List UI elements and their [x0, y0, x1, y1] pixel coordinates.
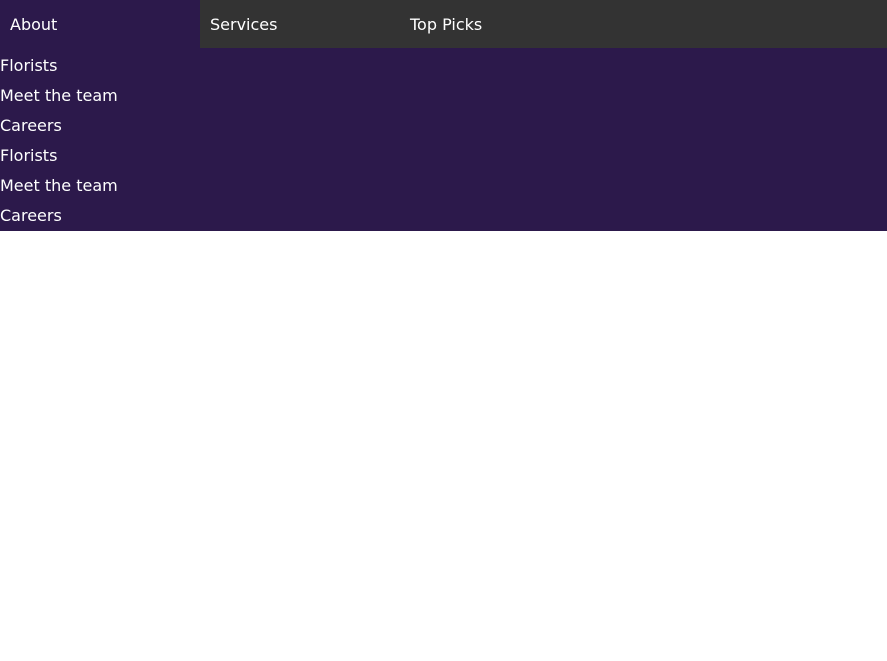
- tab-top-picks-label: Top Picks: [410, 14, 483, 34]
- menu-item-careers[interactable]: Careers: [0, 111, 887, 141]
- top-nav-bar: About Services Top Picks: [0, 0, 887, 48]
- menu-item-florists[interactable]: Florists: [0, 51, 887, 81]
- menu-item-florists[interactable]: Florists: [0, 141, 887, 171]
- menu-item-careers[interactable]: Careers: [0, 201, 887, 231]
- about-dropdown-menu: Florists Meet the team Careers Florists …: [0, 48, 887, 231]
- tab-services[interactable]: Services: [200, 0, 400, 48]
- tab-about-label: About: [10, 14, 58, 34]
- tab-top-picks[interactable]: Top Picks: [400, 0, 600, 48]
- tab-services-label: Services: [210, 14, 278, 34]
- menu-item-meet-the-team[interactable]: Meet the team: [0, 171, 887, 201]
- tab-about[interactable]: About: [0, 0, 200, 48]
- menu-item-meet-the-team[interactable]: Meet the team: [0, 81, 887, 111]
